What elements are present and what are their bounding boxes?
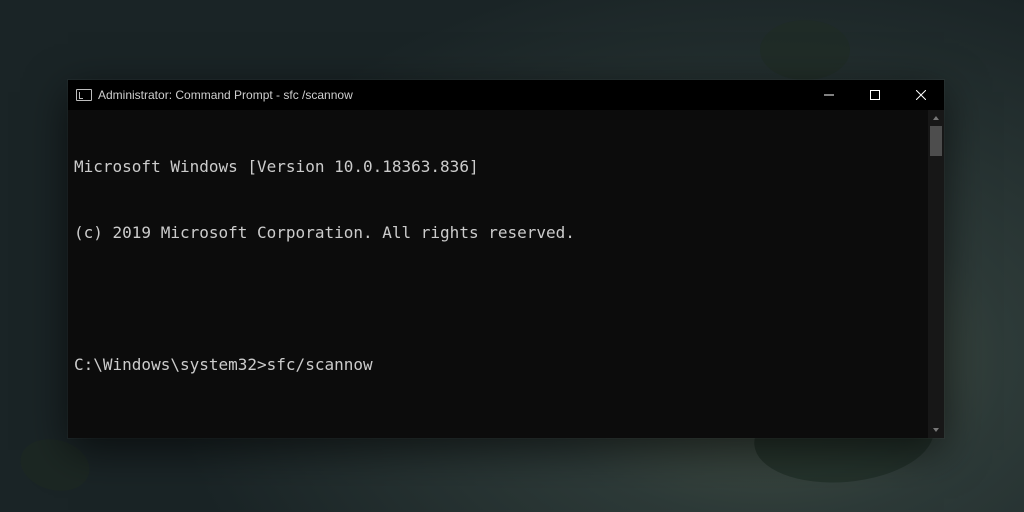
- terminal-output[interactable]: Microsoft Windows [Version 10.0.18363.83…: [68, 110, 928, 438]
- scrollbar-thumb[interactable]: [930, 126, 942, 156]
- minimize-button[interactable]: [806, 80, 852, 110]
- client-area: Microsoft Windows [Version 10.0.18363.83…: [68, 110, 944, 438]
- maximize-button[interactable]: [852, 80, 898, 110]
- scroll-up-icon[interactable]: [928, 110, 944, 126]
- cmd-icon: [76, 89, 92, 101]
- close-button[interactable]: [898, 80, 944, 110]
- vertical-scrollbar[interactable]: [928, 110, 944, 438]
- output-line: [74, 288, 924, 310]
- scroll-down-icon[interactable]: [928, 422, 944, 438]
- command-prompt-window: Administrator: Command Prompt - sfc /sca…: [68, 80, 944, 438]
- output-line: Microsoft Windows [Version 10.0.18363.83…: [74, 156, 924, 178]
- window-title: Administrator: Command Prompt - sfc /sca…: [98, 88, 353, 102]
- output-line: (c) 2019 Microsoft Corporation. All righ…: [74, 222, 924, 244]
- output-line: [74, 420, 924, 438]
- output-line: C:\Windows\system32>sfc/scannow: [74, 354, 924, 376]
- titlebar[interactable]: Administrator: Command Prompt - sfc /sca…: [68, 80, 944, 110]
